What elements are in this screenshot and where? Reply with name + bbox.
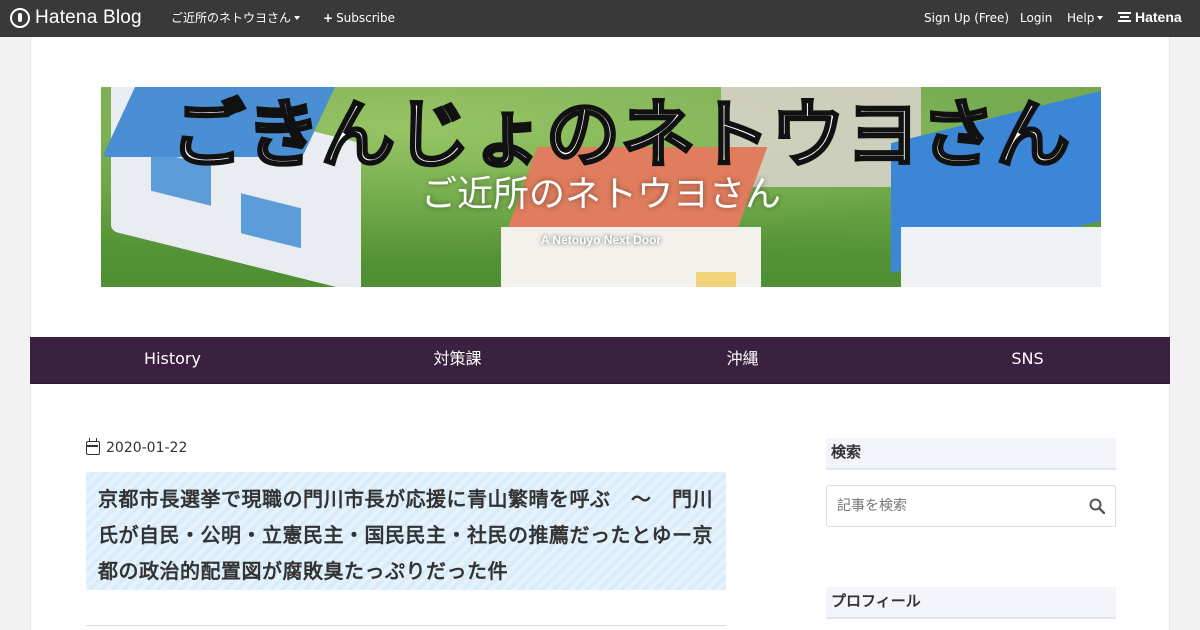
- caret-down-icon: [1097, 16, 1104, 20]
- help-label: Help: [1067, 11, 1095, 25]
- hatena-blog-icon: [10, 8, 30, 28]
- search-form: [826, 485, 1116, 527]
- plus-icon: +: [323, 11, 334, 25]
- calendar-icon: [86, 438, 100, 455]
- subscribe-button[interactable]: + Subscribe: [323, 11, 395, 25]
- hatena-topbar: Hatena Blog ご近所のネトウヨさん + Subscribe Sign U…: [0, 0, 1200, 37]
- help-dropdown[interactable]: Help: [1067, 11, 1104, 25]
- hatena-logo-text: Hatena: [1135, 9, 1182, 25]
- sidebar-profile-heading: プロフィール: [826, 587, 1116, 619]
- signup-link[interactable]: Sign Up (Free): [924, 11, 1009, 25]
- article-title[interactable]: 京都市長選挙で現職の門川市長が応援に青山繁晴を呼ぶ ～ 門川氏が自民・公明・立憲…: [86, 472, 726, 590]
- nav-item-okinawa[interactable]: 沖縄: [600, 337, 885, 383]
- global-nav: History 対策課 沖縄 SNS: [30, 337, 1170, 384]
- search-input[interactable]: [827, 486, 1077, 526]
- subscribe-label: Subscribe: [336, 11, 396, 25]
- sidebar-search-heading: 検索: [826, 438, 1116, 470]
- nav-item-history[interactable]: History: [30, 337, 315, 383]
- blog-title[interactable]: ご近所のネトウヨさん: [101, 165, 1101, 217]
- header-banner[interactable]: ごきんじょのネトウヨさん ご近所のネトウヨさん A Netouyo Next D…: [101, 87, 1101, 287]
- divider: [86, 625, 726, 626]
- hatena-blog-brand: Hatena Blog: [35, 7, 142, 28]
- blog-container: ごきんじょのネトウヨさん ご近所のネトウヨさん A Netouyo Next D…: [30, 37, 1170, 630]
- blog-menu-dropdown[interactable]: ご近所のネトウヨさん: [171, 11, 301, 25]
- article-date[interactable]: 2020-01-22: [86, 438, 188, 456]
- hatena-mark-icon: [1118, 12, 1131, 22]
- login-link[interactable]: Login: [1020, 11, 1052, 25]
- nav-item-sns[interactable]: SNS: [885, 337, 1170, 383]
- article-date-text: 2020-01-22: [106, 440, 188, 456]
- blog-menu-label: ご近所のネトウヨさん: [171, 11, 292, 25]
- nav-item-taisakuka[interactable]: 対策課: [315, 337, 600, 383]
- search-icon[interactable]: [1089, 498, 1105, 514]
- hatena-logo[interactable]: Hatena: [1118, 9, 1182, 25]
- hatena-blog-logo[interactable]: Hatena Blog: [10, 7, 142, 29]
- caret-down-icon: [294, 16, 301, 20]
- blog-subtitle: A Netouyo Next Door: [540, 233, 662, 247]
